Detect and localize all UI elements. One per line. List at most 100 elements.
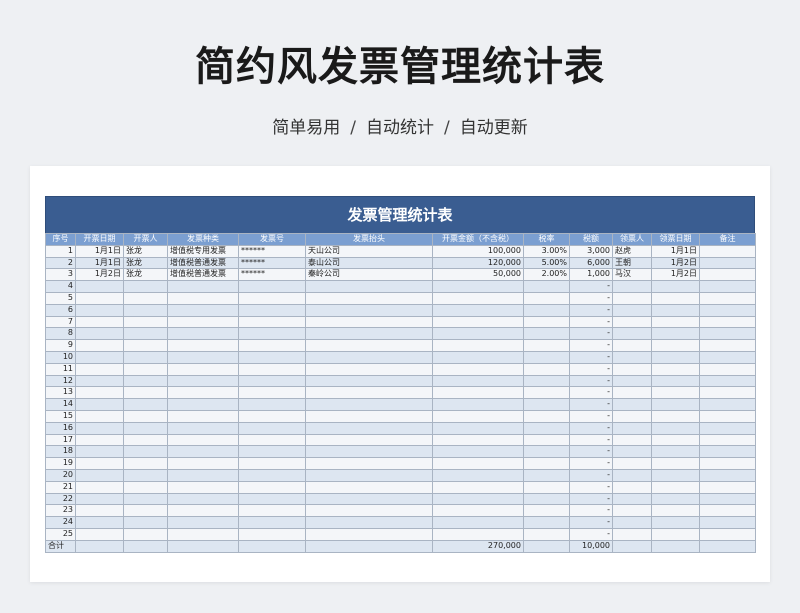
table-cell[interactable] <box>305 445 433 459</box>
table-cell[interactable]: 120,000 <box>432 256 524 270</box>
table-cell[interactable] <box>238 504 306 518</box>
table-cell[interactable] <box>651 480 700 494</box>
table-cell[interactable]: 23 <box>45 504 76 518</box>
table-cell[interactable] <box>75 339 124 352</box>
table-cell[interactable] <box>699 244 756 258</box>
table-cell[interactable] <box>167 374 239 388</box>
table-cell[interactable]: 25 <box>45 527 76 541</box>
table-cell[interactable] <box>75 445 124 459</box>
total-cell[interactable] <box>167 539 239 553</box>
table-cell[interactable] <box>523 445 570 459</box>
table-cell[interactable]: - <box>569 327 613 341</box>
table-cell[interactable] <box>305 480 433 494</box>
table-cell[interactable] <box>238 468 306 482</box>
table-cell[interactable] <box>305 386 433 400</box>
table-cell[interactable] <box>699 398 756 411</box>
table-cell[interactable]: 22 <box>45 492 76 506</box>
table-cell[interactable] <box>699 315 756 329</box>
table-cell[interactable] <box>75 291 124 305</box>
column-header[interactable]: 序号 <box>45 233 76 246</box>
table-cell[interactable] <box>123 516 168 529</box>
table-cell[interactable]: - <box>569 280 613 293</box>
table-cell[interactable]: - <box>569 362 613 376</box>
table-cell[interactable]: 12 <box>45 374 76 388</box>
table-cell[interactable] <box>305 504 433 518</box>
table-cell[interactable] <box>651 280 700 293</box>
table-cell[interactable]: - <box>569 433 613 447</box>
table-cell[interactable] <box>167 398 239 411</box>
table-cell[interactable] <box>612 327 652 341</box>
table-cell[interactable] <box>123 327 168 341</box>
table-cell[interactable] <box>75 386 124 400</box>
table-cell[interactable]: - <box>569 504 613 518</box>
table-cell[interactable]: 4 <box>45 280 76 293</box>
table-cell[interactable] <box>123 291 168 305</box>
table-cell[interactable] <box>305 339 433 352</box>
total-cell[interactable] <box>238 539 306 553</box>
table-cell[interactable] <box>238 350 306 364</box>
table-cell[interactable] <box>523 480 570 494</box>
table-cell[interactable] <box>123 468 168 482</box>
table-cell[interactable] <box>651 339 700 352</box>
table-cell[interactable]: 张龙 <box>123 256 168 270</box>
table-cell[interactable] <box>238 362 306 376</box>
table-cell[interactable] <box>651 457 700 470</box>
table-cell[interactable] <box>523 504 570 518</box>
table-cell[interactable] <box>612 492 652 506</box>
table-cell[interactable] <box>612 421 652 435</box>
table-cell[interactable] <box>305 409 433 423</box>
table-cell[interactable] <box>432 504 524 518</box>
column-header[interactable]: 发票号 <box>238 233 306 246</box>
table-cell[interactable] <box>123 421 168 435</box>
table-cell[interactable] <box>432 374 524 388</box>
table-cell[interactable]: 王朝 <box>612 256 652 270</box>
table-cell[interactable]: 14 <box>45 398 76 411</box>
table-cell[interactable] <box>651 303 700 317</box>
table-cell[interactable] <box>238 409 306 423</box>
table-cell[interactable]: 6 <box>45 303 76 317</box>
table-cell[interactable]: - <box>569 315 613 329</box>
table-cell[interactable] <box>123 398 168 411</box>
table-cell[interactable] <box>75 457 124 470</box>
table-cell[interactable]: 20 <box>45 468 76 482</box>
table-cell[interactable]: - <box>569 409 613 423</box>
table-cell[interactable] <box>432 386 524 400</box>
table-cell[interactable] <box>432 339 524 352</box>
table-cell[interactable] <box>305 433 433 447</box>
table-cell[interactable] <box>238 291 306 305</box>
table-cell[interactable]: 18 <box>45 445 76 459</box>
table-cell[interactable]: - <box>569 374 613 388</box>
column-header[interactable]: 税额 <box>569 233 613 246</box>
table-cell[interactable] <box>612 339 652 352</box>
table-cell[interactable] <box>238 386 306 400</box>
table-cell[interactable] <box>432 421 524 435</box>
table-cell[interactable] <box>612 433 652 447</box>
total-cell[interactable] <box>699 539 756 553</box>
table-cell[interactable] <box>167 480 239 494</box>
table-cell[interactable] <box>75 468 124 482</box>
table-cell[interactable] <box>75 327 124 341</box>
table-cell[interactable] <box>699 445 756 459</box>
table-cell[interactable] <box>651 504 700 518</box>
total-cell[interactable] <box>123 539 168 553</box>
table-cell[interactable]: - <box>569 398 613 411</box>
table-cell[interactable]: 17 <box>45 433 76 447</box>
table-cell[interactable]: - <box>569 457 613 470</box>
table-cell[interactable] <box>651 409 700 423</box>
table-cell[interactable]: 1月1日 <box>651 244 700 258</box>
table-cell[interactable] <box>305 374 433 388</box>
table-cell[interactable] <box>238 280 306 293</box>
table-cell[interactable] <box>167 492 239 506</box>
table-cell[interactable] <box>238 527 306 541</box>
table-cell[interactable] <box>432 433 524 447</box>
table-cell[interactable] <box>612 409 652 423</box>
table-cell[interactable] <box>523 527 570 541</box>
table-cell[interactable] <box>238 398 306 411</box>
table-cell[interactable] <box>651 350 700 364</box>
table-cell[interactable] <box>699 457 756 470</box>
table-cell[interactable]: - <box>569 291 613 305</box>
table-cell[interactable] <box>699 327 756 341</box>
table-cell[interactable] <box>651 386 700 400</box>
table-cell[interactable]: ****** <box>238 256 306 270</box>
table-cell[interactable] <box>699 516 756 529</box>
